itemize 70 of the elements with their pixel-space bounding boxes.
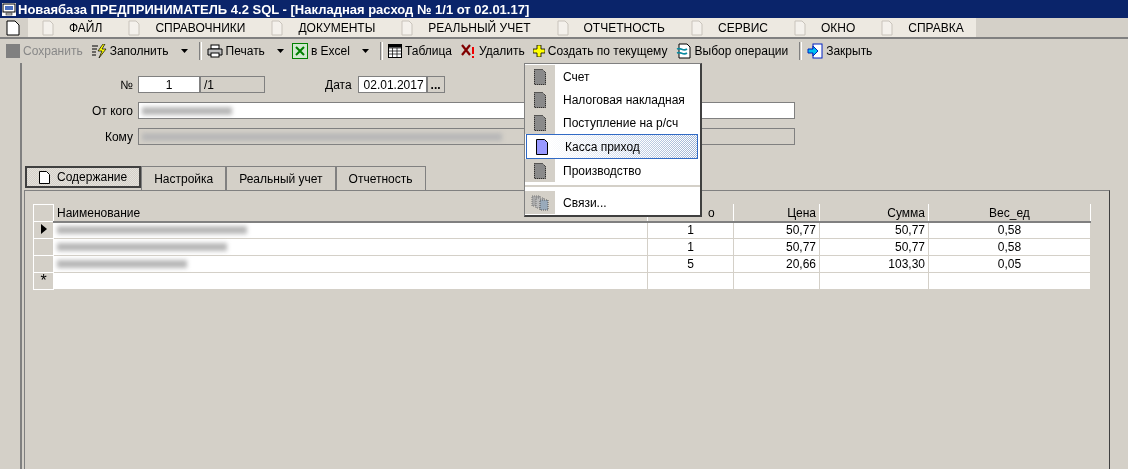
column-header[interactable]: Сумма <box>819 204 929 222</box>
date-field[interactable]: 02.01.2017 <box>357 76 427 93</box>
document-icon <box>534 68 546 85</box>
tab[interactable]: Содержание <box>25 166 142 188</box>
table-cell: 50,77 <box>819 238 929 256</box>
menu-item[interactable]: СЕРВИС <box>677 18 780 37</box>
document-icon[interactable] <box>6 19 20 36</box>
document-icon <box>534 114 546 131</box>
computer-icon <box>2 2 16 16</box>
toolbar-button[interactable]: Заполнить <box>90 41 175 61</box>
menu-item[interactable]: Счет <box>525 65 700 88</box>
table-icon <box>387 44 402 58</box>
table-cell: 20,66 <box>733 255 820 273</box>
table-cell: 50,77 <box>733 221 820 239</box>
toolbar-button[interactable]: Выбор операции <box>675 41 795 61</box>
delete-icon <box>460 43 476 59</box>
caret-icon <box>180 49 188 53</box>
window-title: Новаябаза ПРЕДПРИНИМАТЕЛЬ 4.2 SQL - [Накладная расход № 1/1 от 02.01.17] <box>18 1 530 17</box>
table-cell: 50,77 <box>819 221 929 239</box>
toolbar-button[interactable]: в Excel <box>291 41 356 61</box>
number-field[interactable]: 1 <box>138 76 200 93</box>
table-cell: 103,30 <box>819 255 929 273</box>
menu-item[interactable]: Производство <box>525 159 700 182</box>
tab[interactable]: Реальный учет <box>226 166 336 190</box>
column-header[interactable]: Вес_ед <box>928 204 1091 222</box>
tab[interactable]: Настройка <box>141 166 227 190</box>
document-icon <box>39 170 50 184</box>
toolbar-button[interactable]: Создать по текущему <box>532 41 674 61</box>
tab[interactable]: Отчетность <box>335 166 426 190</box>
spreadsheet-icon <box>291 43 308 59</box>
menu-item[interactable]: РЕАЛЬНЫЙ УЧЕТ <box>387 18 543 37</box>
exit-icon <box>807 43 824 59</box>
menu-item[interactable]: ФАЙЛ <box>28 18 115 37</box>
table-cell: 0,58 <box>928 238 1091 256</box>
menu-item[interactable]: ОКНО <box>779 18 868 37</box>
menu-item[interactable]: ДОКУМЕНТЫ <box>257 18 388 37</box>
toolbar-button[interactable]: Закрыть <box>807 41 879 61</box>
printer-icon <box>206 44 223 58</box>
table-cell: 5 <box>647 255 734 273</box>
menu-item[interactable]: Поступление на р/сч <box>525 111 700 134</box>
menu-item[interactable]: СПРАВОЧНИКИ <box>114 18 258 37</box>
caret-icon <box>276 49 284 53</box>
current-row-icon <box>40 224 47 234</box>
column-header[interactable]: Цена <box>733 204 820 222</box>
field-label: От кого <box>91 103 134 118</box>
caret-icon <box>361 49 369 53</box>
table-cell: 50,77 <box>733 238 820 256</box>
document-icon <box>534 91 546 108</box>
menu-item[interactable]: ОТЧЕТНОСТЬ <box>542 18 677 37</box>
document-icon <box>675 43 692 59</box>
table-cell: 1 <box>647 221 734 239</box>
lightning-icon <box>90 44 107 58</box>
document-icon <box>534 162 546 179</box>
menu-item[interactable]: Налоговая накладная <box>525 88 700 111</box>
field-label: Дата <box>325 77 352 92</box>
document-icon <box>536 138 548 155</box>
toolbar-button[interactable]: Таблица <box>387 41 458 61</box>
plus-icon <box>532 45 545 57</box>
table-cell: 1 <box>647 238 734 256</box>
documents-icon <box>531 194 549 211</box>
square-icon <box>6 44 20 58</box>
menu-item[interactable]: СПРАВКА <box>867 18 976 37</box>
field-label: № <box>119 77 134 92</box>
table-cell: 0,58 <box>928 221 1091 239</box>
field-label: Кому <box>103 129 134 144</box>
number-suffix-field: /1 <box>200 76 265 93</box>
toolbar-button[interactable]: Удалить <box>460 41 531 61</box>
table-cell: 0,05 <box>928 255 1091 273</box>
menu-item[interactable]: Касса приход <box>526 134 698 159</box>
toolbar-button[interactable]: Печать <box>206 41 271 61</box>
